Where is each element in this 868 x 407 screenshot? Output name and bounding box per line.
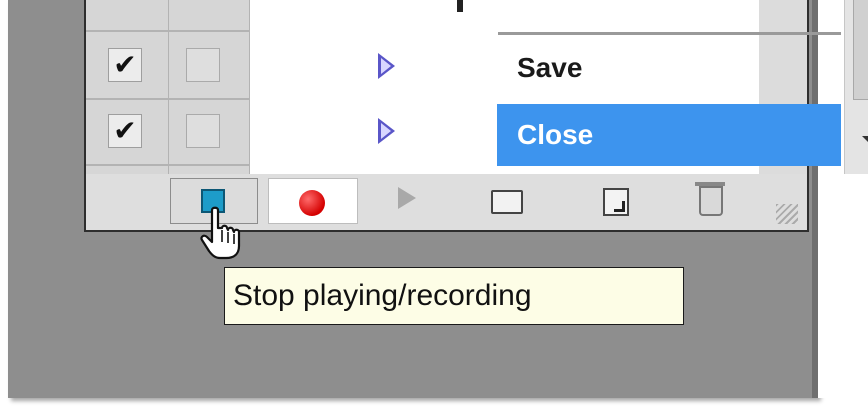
tooltip: Stop playing/recording xyxy=(224,267,684,325)
item-toggle-checkbox[interactable]: ✔ xyxy=(108,48,142,82)
new-set-button[interactable] xyxy=(481,178,531,224)
tooltip-text: Stop playing/recording xyxy=(233,279,532,312)
list-item-label: Save xyxy=(517,52,583,83)
checkmark-icon: ✔ xyxy=(113,115,137,146)
checkmark-icon: ✔ xyxy=(113,49,137,80)
list-item-close[interactable]: Close xyxy=(497,104,841,166)
actions-panel: ✔ Save ✔ Close xyxy=(84,0,868,232)
resize-grip-icon[interactable] xyxy=(776,204,798,224)
trash-icon xyxy=(699,186,723,216)
expand-triangle-icon[interactable] xyxy=(378,53,395,79)
row-divider xyxy=(86,98,249,100)
list-item-label: Close xyxy=(517,119,594,150)
dialog-toggle-checkbox[interactable] xyxy=(186,114,220,148)
row-divider xyxy=(86,164,249,166)
actions-list: ✔ Save ✔ Close xyxy=(86,0,868,175)
vertical-scrollbar[interactable] xyxy=(844,0,868,174)
actions-toolbar xyxy=(86,174,806,230)
play-button[interactable] xyxy=(386,178,436,224)
expand-triangle-icon[interactable] xyxy=(378,118,395,144)
scroll-down-arrow-icon[interactable] xyxy=(862,136,868,143)
item-toggle-checkbox[interactable]: ✔ xyxy=(108,114,142,148)
play-icon xyxy=(398,187,416,209)
record-icon xyxy=(299,190,325,216)
new-action-icon xyxy=(603,188,629,216)
dialog-toggle-checkbox[interactable] xyxy=(186,48,220,82)
record-button[interactable] xyxy=(268,178,358,224)
row-divider xyxy=(86,30,249,32)
scrollbar-thumb[interactable] xyxy=(853,0,868,100)
list-item-save[interactable]: Save xyxy=(497,37,841,99)
list-separator xyxy=(498,32,841,35)
partial-row-marker xyxy=(457,0,463,12)
hand-cursor-icon xyxy=(200,206,241,260)
new-action-button[interactable] xyxy=(591,178,641,224)
delete-button[interactable] xyxy=(691,178,731,224)
folder-icon xyxy=(491,190,523,214)
